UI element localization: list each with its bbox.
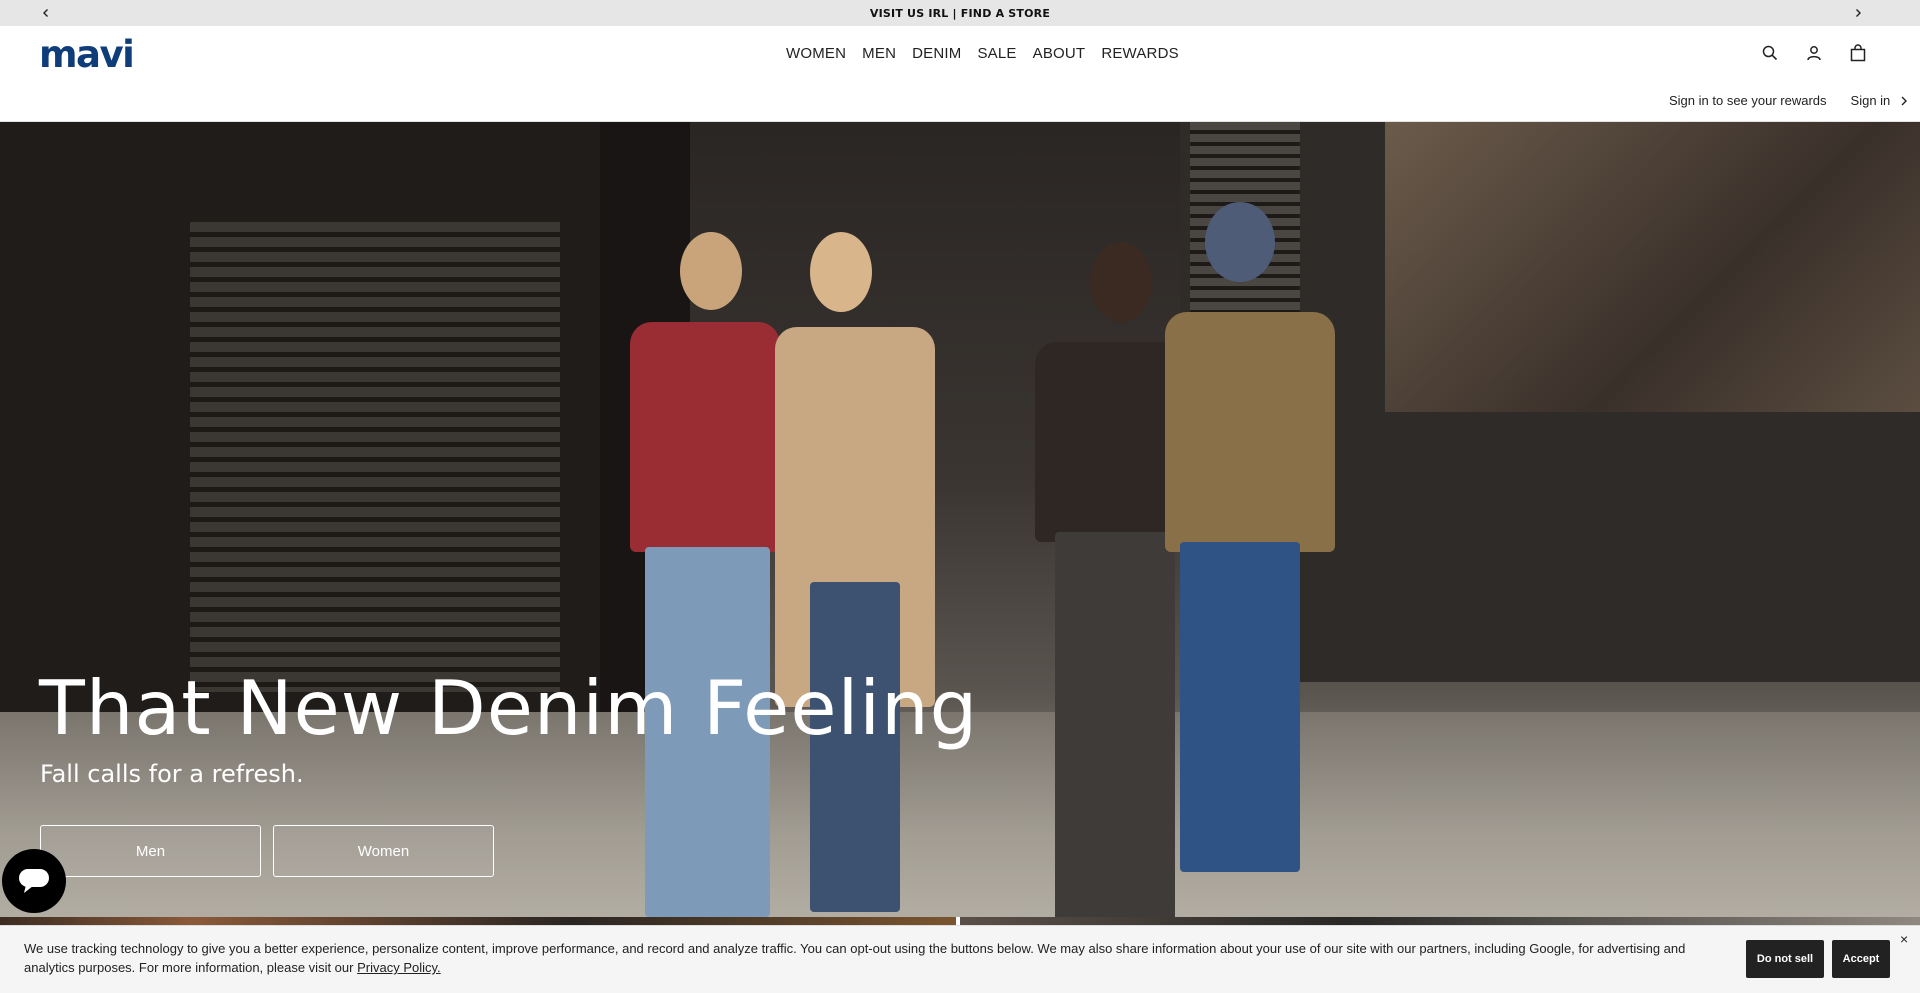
shop-men-button[interactable]: Men <box>40 825 261 877</box>
do-not-sell-button[interactable]: Do not sell <box>1746 940 1824 978</box>
hero-figure <box>1150 202 1340 902</box>
nav-denim[interactable]: DENIM <box>912 45 961 62</box>
main-nav: WOMEN MEN DENIM SALE ABOUT REWARDS <box>786 45 1179 62</box>
close-icon[interactable]: × <box>1900 932 1908 946</box>
sign-in-link[interactable]: Sign in <box>1851 93 1909 108</box>
chat-button[interactable] <box>2 849 66 913</box>
hero-figure <box>770 232 940 917</box>
hero-bg-window <box>1385 122 1920 412</box>
cookie-message: We use tracking technology to give you a… <box>24 939 1724 977</box>
bag-icon[interactable] <box>1848 43 1868 63</box>
chat-bubble-icon <box>19 869 49 893</box>
announcement-text[interactable]: VISIT US IRL | FIND A STORE <box>870 7 1050 20</box>
category-image[interactable] <box>0 917 956 925</box>
chevron-right-icon <box>1901 96 1908 105</box>
privacy-policy-link[interactable]: Privacy Policy. <box>357 960 441 975</box>
cookie-message-text: We use tracking technology to give you a… <box>24 941 1686 975</box>
nav-women[interactable]: WOMEN <box>786 45 846 62</box>
cookie-banner: We use tracking technology to give you a… <box>0 925 1920 993</box>
mavi-logo[interactable]: mavi <box>39 36 135 73</box>
category-image[interactable] <box>960 917 1920 925</box>
hero-subtitle: Fall calls for a refresh. <box>40 760 304 788</box>
nav-about[interactable]: ABOUT <box>1033 45 1086 62</box>
rewards-text[interactable]: Sign in to see your rewards <box>1669 93 1827 108</box>
category-image-strip <box>0 917 1920 925</box>
nav-rewards[interactable]: REWARDS <box>1101 45 1179 62</box>
account-icon[interactable] <box>1804 43 1824 63</box>
site-header: mavi WOMEN MEN DENIM SALE ABOUT REWARDS … <box>0 26 1920 122</box>
hero-banner: That New Denim Feeling Fall calls for a … <box>0 122 1920 917</box>
nav-sale[interactable]: SALE <box>977 45 1016 62</box>
accept-button[interactable]: Accept <box>1832 940 1890 978</box>
nav-men[interactable]: MEN <box>862 45 896 62</box>
rewards-bar: Sign in to see your rewards Sign in <box>1669 93 1908 108</box>
hero-title: That New Denim Feeling <box>39 664 979 752</box>
chevron-right-icon[interactable] <box>1849 4 1867 22</box>
header-icons <box>1760 43 1868 63</box>
announcement-bar: VISIT US IRL | FIND A STORE <box>0 0 1920 26</box>
search-icon[interactable] <box>1760 43 1780 63</box>
sign-in-label: Sign in <box>1850 93 1891 108</box>
hero-bg-shutter <box>190 222 560 692</box>
chevron-left-icon[interactable] <box>37 4 55 22</box>
shop-women-button[interactable]: Women <box>273 825 494 877</box>
